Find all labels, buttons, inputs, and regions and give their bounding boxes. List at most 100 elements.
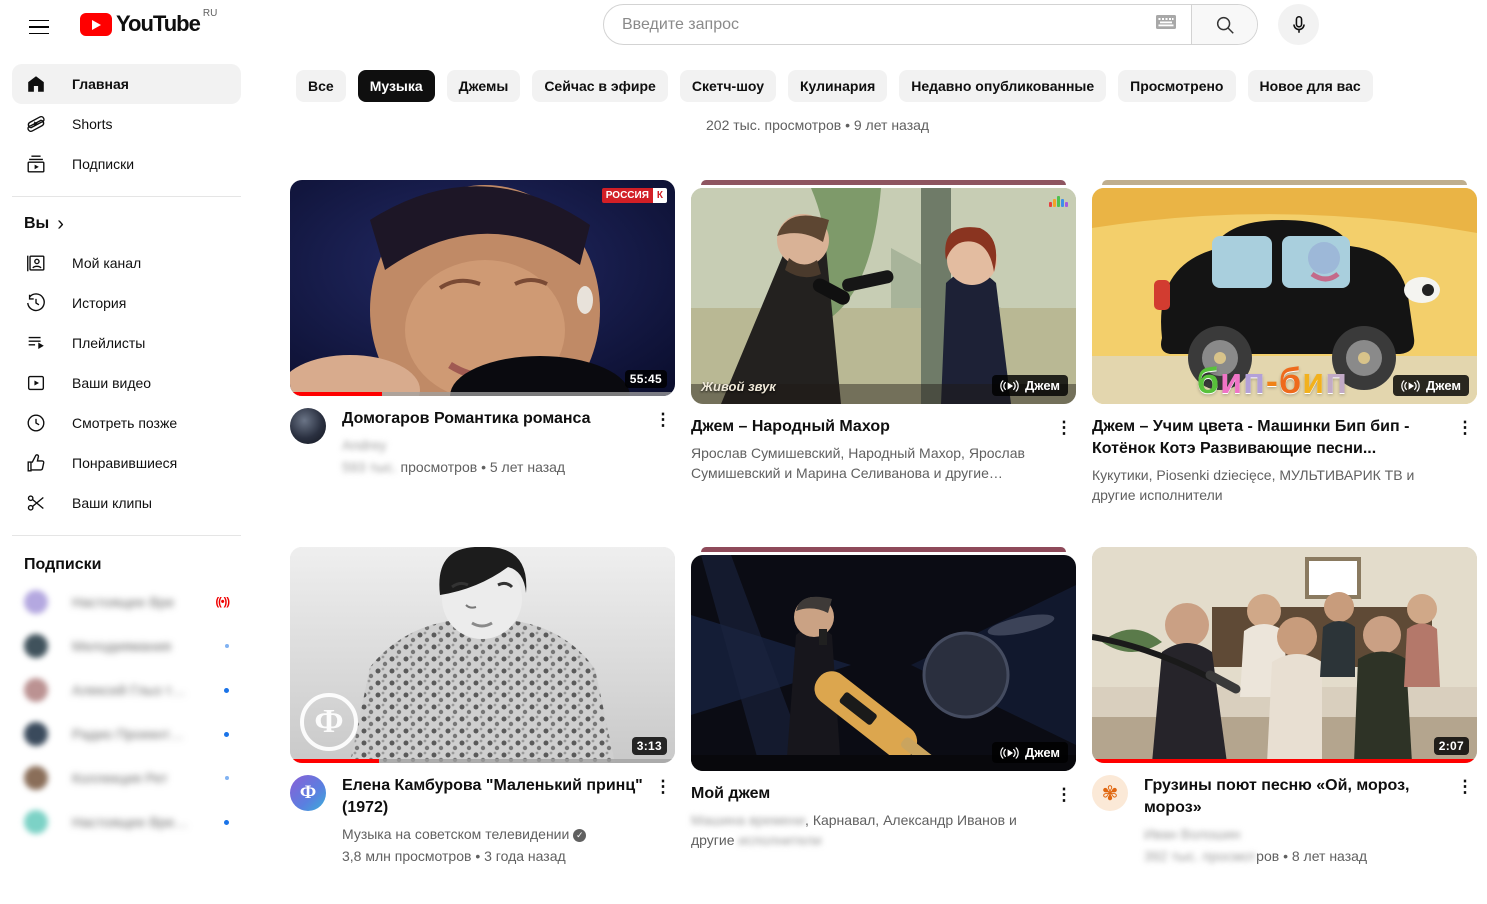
subscription-channel[interactable]: Алексей Глыз т… <box>12 668 241 712</box>
video-card: Джем Мой джем Машина времени, Карнавал, … <box>691 547 1076 866</box>
video-meta: 593 тыс. просмотров • 5 лет назад <box>342 457 647 477</box>
masthead: YouTube RU <box>0 0 1487 56</box>
sidebar-item-watch-later[interactable]: Смотреть позже <box>12 403 241 443</box>
sidebar-item-label: История <box>72 295 126 311</box>
kebab-menu-icon[interactable]: ⋮ <box>1052 416 1076 440</box>
sidebar-item-liked-videos[interactable]: Понравившиеся <box>12 443 241 483</box>
channel-logo-icon <box>1049 196 1068 207</box>
chip-new-to-you[interactable]: Новое для вас <box>1248 70 1373 102</box>
voice-search-button[interactable] <box>1278 4 1319 45</box>
video-thumbnail[interactable]: Ф 3:13 <box>290 547 675 763</box>
kebab-menu-icon[interactable]: ⋮ <box>1052 783 1076 807</box>
chip-sketch[interactable]: Скетч-шоу <box>680 70 776 102</box>
chip-all[interactable]: Все <box>296 70 346 102</box>
sidebar-item-your-clips[interactable]: Ваши клипы <box>12 483 241 523</box>
video-thumbnail[interactable]: бип-бип Джем <box>1092 188 1477 404</box>
channel-avatar <box>24 810 48 834</box>
subscription-channel[interactable]: Настоящее Вре… <box>12 800 241 844</box>
watch-progress <box>290 392 382 396</box>
you-label: Вы <box>24 215 49 233</box>
video-thumbnail[interactable]: РОССИЯК 55:45 <box>290 180 675 396</box>
channel-name: Настоящее Вре <box>72 594 190 610</box>
sidebar-item-playlists[interactable]: Плейлисты <box>12 323 241 363</box>
your-videos-icon <box>24 371 48 395</box>
sidebar-item-your-videos[interactable]: Ваши видео <box>12 363 241 403</box>
video-title[interactable]: Джем – Учим цвета - Машинки Бип бип - Ко… <box>1092 416 1449 460</box>
channel-name[interactable]: Andrey <box>342 437 386 453</box>
history-icon <box>24 291 48 315</box>
filter-chip-bar: Все Музыка Джемы Сейчас в эфире Скетч-шо… <box>296 70 1487 102</box>
channel-name: Алексей Глыз т… <box>72 682 190 698</box>
subscription-channel[interactable]: Настоящее Вре ((•)) <box>12 580 241 624</box>
sidebar-item-label: Понравившиеся <box>72 455 177 471</box>
channel-avatar[interactable]: ✾ <box>1092 775 1128 811</box>
channel-name[interactable]: Музыка на советском телевидении <box>342 826 569 842</box>
channel-avatar[interactable] <box>290 408 326 444</box>
channel-avatar <box>24 634 48 658</box>
chip-recently-uploaded[interactable]: Недавно опубликованные <box>899 70 1106 102</box>
thumbs-up-icon <box>24 451 48 475</box>
chip-music[interactable]: Музыка <box>358 70 435 102</box>
mix-badge: Джем <box>992 375 1068 396</box>
sidebar-item-home[interactable]: Главная <box>12 64 241 104</box>
sidebar-item-my-channel[interactable]: Мой канал <box>12 243 241 283</box>
sidebar-you-section[interactable]: Вы › <box>12 209 241 243</box>
video-meta: 3,8 млн просмотров • 3 года назад <box>342 846 647 866</box>
watch-progress <box>1092 759 1477 763</box>
subscription-channel[interactable]: Коллекция Рет <box>12 756 241 800</box>
video-card: Живой звук Джем Джем – Народный Махор Яр… <box>691 180 1076 505</box>
channel-avatar[interactable]: Ф <box>290 775 326 811</box>
sidebar-item-label: Главная <box>72 76 129 92</box>
kebab-menu-icon[interactable]: ⋮ <box>1453 416 1477 440</box>
kebab-menu-icon[interactable]: ⋮ <box>651 408 675 432</box>
kebab-menu-icon[interactable]: ⋮ <box>1453 775 1477 799</box>
mix-stack-edge <box>701 180 1066 185</box>
sidebar-item-subscriptions[interactable]: Подписки <box>12 144 241 184</box>
thumbnail-art <box>290 180 675 396</box>
search-input[interactable] <box>622 16 1147 34</box>
chip-jams[interactable]: Джемы <box>447 70 521 102</box>
subscription-channel[interactable]: Радио Проекнт… <box>12 712 241 756</box>
chevron-right-icon: › <box>57 217 64 231</box>
playlists-icon <box>24 331 48 355</box>
video-title[interactable]: Елена Камбурова "Маленький принц" (1972) <box>342 775 647 819</box>
video-thumbnail[interactable]: Джем <box>691 555 1076 771</box>
duration-badge: 55:45 <box>625 370 667 388</box>
live-icon: ((•)) <box>215 596 229 608</box>
mix-stack-edge <box>1102 180 1467 185</box>
video-thumbnail[interactable]: Живой звук Джем <box>691 188 1076 404</box>
keyboard-icon[interactable] <box>1155 14 1177 35</box>
thumbnail-art <box>1092 547 1477 763</box>
sidebar-item-history[interactable]: История <box>12 283 241 323</box>
video-meta: 392 тыс. просмотров • 8 лет назад <box>1144 846 1449 866</box>
youtube-logo[interactable]: YouTube RU <box>80 10 217 38</box>
sidebar-item-label: Плейлисты <box>72 335 145 351</box>
sidebar-item-label: Подписки <box>72 156 134 172</box>
search-button[interactable] <box>1191 5 1257 44</box>
thumbnail-art <box>691 188 1076 404</box>
chip-watched[interactable]: Просмотрено <box>1118 70 1235 102</box>
video-title[interactable]: Грузины поют песню «Ой, мороз, мороз» <box>1144 775 1449 819</box>
chip-cooking[interactable]: Кулинария <box>788 70 887 102</box>
subscriptions-header: Подписки <box>12 548 241 580</box>
sidebar: Главная Shorts Подписки Вы › Мой канал И… <box>0 56 253 904</box>
video-title[interactable]: Джем – Народный Махор <box>691 416 1048 438</box>
notification-dot <box>225 644 229 648</box>
hamburger-menu-icon[interactable] <box>24 12 54 42</box>
video-subtitle: Ярослав Сумишевский, Народный Махор, Яро… <box>691 443 1048 483</box>
video-thumbnail[interactable]: 2:07 <box>1092 547 1477 763</box>
channel-name: Мелодиямания <box>72 638 190 654</box>
sidebar-item-shorts[interactable]: Shorts <box>12 104 241 144</box>
kebab-menu-icon[interactable]: ⋮ <box>651 775 675 799</box>
video-title[interactable]: Мой джем <box>691 783 1048 805</box>
mix-stack-edge <box>701 547 1066 552</box>
video-title[interactable]: Домогаров Романтика романса <box>342 408 647 430</box>
channel-name: Настоящее Вре… <box>72 814 190 830</box>
chip-live[interactable]: Сейчас в эфире <box>532 70 668 102</box>
video-card: Ф 3:13 Ф Елена Камбурова "Маленький прин… <box>290 547 675 866</box>
mix-play-icon <box>1000 746 1019 760</box>
sidebar-divider <box>12 196 241 197</box>
channel-name[interactable]: Иван Волошин <box>1144 826 1240 842</box>
my-channel-icon <box>24 251 48 275</box>
subscription-channel[interactable]: Мелодиямания <box>12 624 241 668</box>
